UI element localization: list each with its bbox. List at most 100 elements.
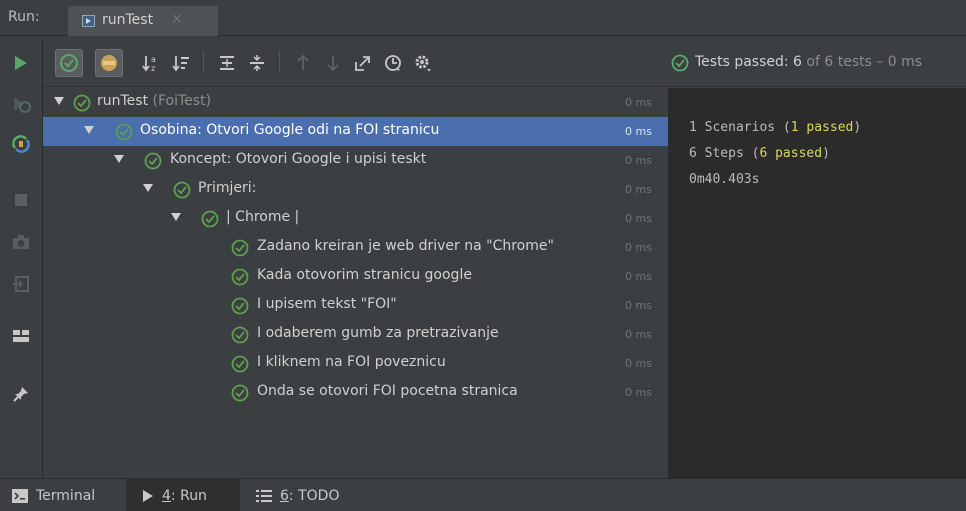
passed-icon xyxy=(73,94,91,112)
tab-title: runTest xyxy=(102,12,154,28)
test-toolbar: az Tests passed: 6 of 6 tests – 0 ms xyxy=(43,37,966,87)
sort-duration-icon xyxy=(172,56,189,72)
status-count: 6 xyxy=(793,54,802,70)
stop-icon xyxy=(15,194,27,206)
tree-label: Koncept: Otovori Google i upisi teskt xyxy=(170,151,427,167)
toolbar-separator xyxy=(279,51,280,73)
expand-arrow-icon[interactable] xyxy=(83,124,95,136)
tree-label: I kliknem na FOI poveznicu xyxy=(257,354,446,370)
run-tab-label: : Run xyxy=(170,487,207,504)
camera-icon xyxy=(13,235,29,249)
pin-button[interactable] xyxy=(8,381,34,407)
sort-alpha-icon: az xyxy=(142,55,156,73)
toolbar-separator xyxy=(203,51,204,73)
next-failed-button[interactable] xyxy=(319,49,347,77)
tree-row-step[interactable]: Zadano kreiran je web driver na "Chrome"… xyxy=(43,233,668,262)
tree-row-step[interactable]: I upisem tekst "FOI" 0 ms xyxy=(43,291,668,320)
rerun-button[interactable] xyxy=(8,50,34,76)
duration: 0 ms xyxy=(625,183,652,196)
check-circle-icon xyxy=(60,54,78,72)
show-passed-button[interactable] xyxy=(55,49,83,77)
tree-row-feature[interactable]: Osobina: Otvori Google odi na FOI strani… xyxy=(43,117,668,146)
run-tool-window-header: Run: runTest × xyxy=(0,0,966,36)
dump-threads-button[interactable] xyxy=(8,229,34,255)
tree-label: Osobina: Otvori Google odi na FOI strani… xyxy=(140,122,440,138)
console-output[interactable]: 1 Scenarios (1 passed) 6 Steps (6 passed… xyxy=(668,88,966,478)
passed-icon xyxy=(231,355,249,373)
tree-label: Zadano kreiran je web driver na "Chrome" xyxy=(257,238,554,254)
toggle-auto-test-button[interactable] xyxy=(8,131,34,157)
tree-label: Kada otovorim stranicu google xyxy=(257,267,472,283)
previous-failed-button[interactable] xyxy=(289,49,317,77)
run-config-icon xyxy=(82,15,95,27)
passed-icon xyxy=(201,210,219,228)
run-tab-number: 4 xyxy=(162,487,171,504)
export-button[interactable] xyxy=(8,271,34,297)
status-total: of 6 tests – 0 ms xyxy=(806,54,923,70)
show-ignored-button[interactable] xyxy=(95,49,123,77)
arrow-up-icon xyxy=(297,54,309,70)
auto-test-icon xyxy=(12,135,30,153)
expand-all-button[interactable] xyxy=(213,49,241,77)
tree-row-example[interactable]: | Chrome | 0 ms xyxy=(43,204,668,233)
tree-row-step[interactable]: I odaberem gumb za pretrazivanje 0 ms xyxy=(43,320,668,349)
tool-window-bar: Terminal 4: Run 6: TODO xyxy=(0,478,966,511)
svg-text:z: z xyxy=(151,64,155,73)
todo-tab[interactable]: 6: TODO xyxy=(246,479,356,511)
run-label: Run: xyxy=(8,9,40,25)
sort-by-duration-button[interactable] xyxy=(167,49,195,77)
play-icon xyxy=(142,489,154,503)
expand-arrow-icon[interactable] xyxy=(53,95,65,107)
console-line: 6 Steps (6 passed) xyxy=(689,146,830,161)
passed-icon xyxy=(231,239,249,257)
run-tab[interactable]: 4: Run xyxy=(126,479,240,511)
duration: 0 ms xyxy=(625,96,652,109)
tree-row-step[interactable]: Kada otovorim stranicu google 0 ms xyxy=(43,262,668,291)
terminal-icon xyxy=(12,488,28,503)
console-line: 0m40.403s xyxy=(689,172,760,187)
tree-row-examples[interactable]: Primjeri: 0 ms xyxy=(43,175,668,204)
collapse-all-button[interactable] xyxy=(243,49,271,77)
tree-label: runTest xyxy=(97,93,149,109)
duration: 0 ms xyxy=(625,299,652,312)
rerun-failed-button[interactable] xyxy=(8,91,34,117)
export-results-button[interactable] xyxy=(349,49,377,77)
export-icon xyxy=(355,56,370,71)
tree-row-scenario[interactable]: Koncept: Otovori Google i upisi teskt 0 … xyxy=(43,146,668,175)
terminal-label: Terminal xyxy=(36,487,96,504)
duration: 0 ms xyxy=(625,357,652,370)
duration: 0 ms xyxy=(625,270,652,283)
layout-button[interactable] xyxy=(8,323,34,349)
expand-arrow-icon[interactable] xyxy=(113,153,125,165)
tree-row-root[interactable]: runTest (FoiTest) 0 ms xyxy=(43,88,668,117)
tree-row-step[interactable]: Onda se otovori FOI pocetna stranica 0 m… xyxy=(43,378,668,407)
check-circle-icon xyxy=(671,54,689,72)
expand-arrow-icon[interactable] xyxy=(170,211,182,223)
tree-label: Primjeri: xyxy=(198,180,257,196)
passed-icon xyxy=(231,268,249,286)
passed-icon xyxy=(231,384,249,402)
passed-icon xyxy=(231,297,249,315)
duration: 0 ms xyxy=(625,386,652,399)
todo-tab-label: : TODO xyxy=(288,487,340,504)
passed-icon xyxy=(144,152,162,170)
test-history-button[interactable] xyxy=(379,49,407,77)
clock-icon xyxy=(385,55,401,71)
svg-text:a: a xyxy=(151,55,156,64)
left-toolbar xyxy=(0,37,43,478)
expand-arrow-icon[interactable] xyxy=(142,182,154,194)
collapse-all-icon xyxy=(250,55,264,71)
stop-button[interactable] xyxy=(8,187,34,213)
list-icon xyxy=(256,489,272,502)
settings-button[interactable] xyxy=(409,49,437,77)
tree-row-step[interactable]: I kliknem na FOI poveznicu 0 ms xyxy=(43,349,668,378)
close-icon[interactable]: × xyxy=(171,11,183,27)
sort-alphabetically-button[interactable]: az xyxy=(137,49,165,77)
tab-runtest[interactable]: runTest × xyxy=(68,6,218,36)
duration: 0 ms xyxy=(625,154,652,167)
status-label: Tests passed: xyxy=(695,54,789,70)
terminal-tab[interactable]: Terminal xyxy=(8,479,120,511)
arrow-down-icon xyxy=(327,56,339,72)
duration: 0 ms xyxy=(625,212,652,225)
todo-tab-number: 6 xyxy=(280,487,289,504)
